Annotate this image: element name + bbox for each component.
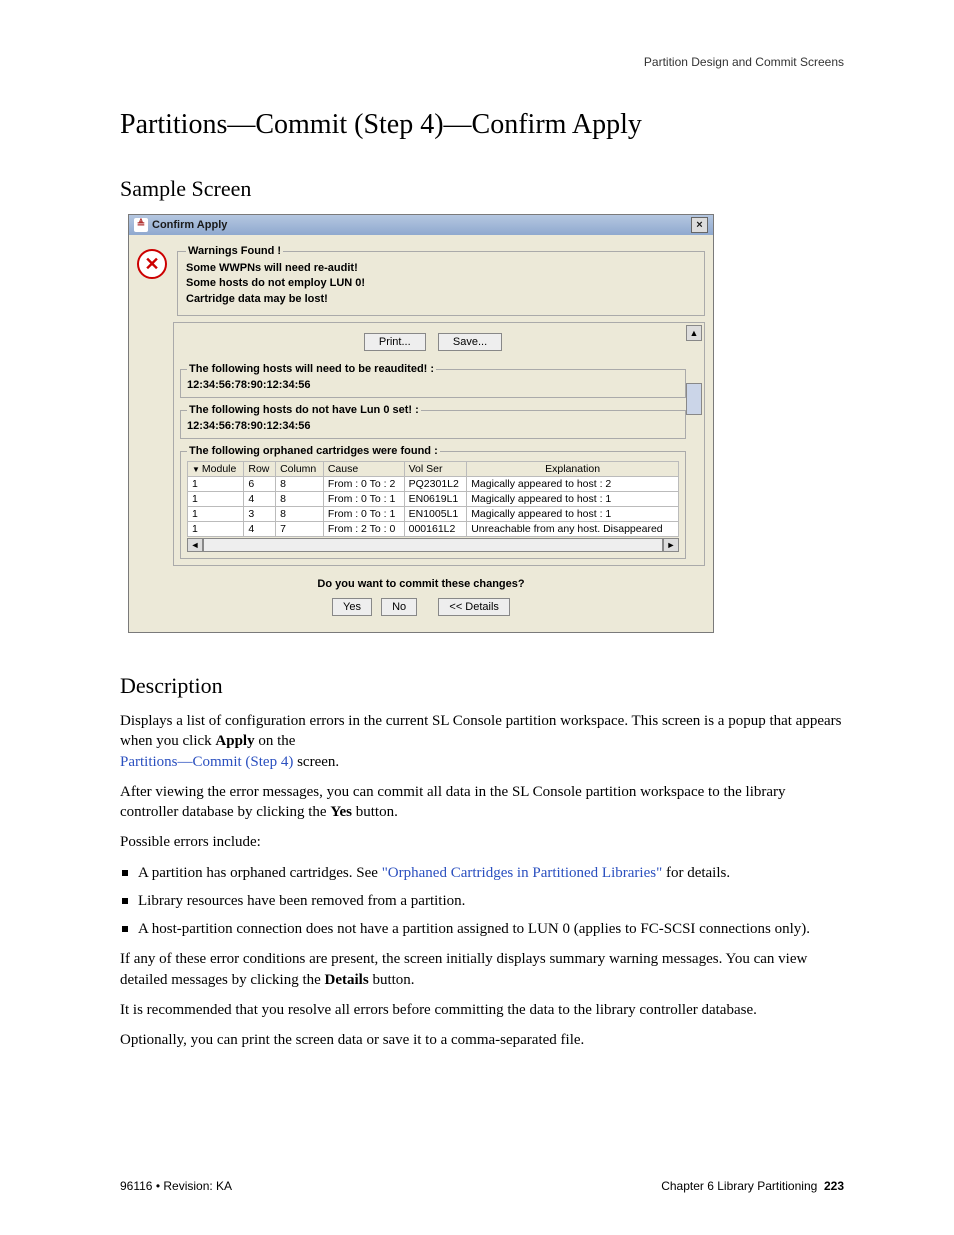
description-para-4: If any of these error conditions are pre… — [120, 949, 844, 990]
commit-question: Do you want to commit these changes? — [137, 566, 705, 598]
orphan-legend: The following orphaned cartridges were f… — [187, 445, 440, 457]
reaudit-fieldset: The following hosts will need to be reau… — [180, 363, 686, 398]
sort-desc-icon: ▼ — [192, 465, 200, 474]
footer-right: Chapter 6 Library Partitioning 223 — [661, 1179, 844, 1193]
warnings-legend: Warnings Found ! — [186, 245, 283, 257]
yes-button[interactable]: Yes — [332, 598, 372, 616]
page-header-section: Partition Design and Commit Screens — [120, 55, 844, 69]
orphan-table: ▼Module Row Column Cause Vol Ser Explana… — [187, 461, 679, 537]
scroll-up-icon[interactable]: ▲ — [686, 325, 702, 341]
scroll-thumb[interactable] — [686, 383, 702, 415]
warnings-fieldset: Warnings Found ! Some WWPNs will need re… — [177, 245, 705, 316]
orphan-fieldset: The following orphaned cartridges were f… — [180, 445, 686, 559]
no-button[interactable]: No — [381, 598, 417, 616]
table-header-row: ▼Module Row Column Cause Vol Ser Explana… — [188, 462, 679, 477]
description-heading: Description — [120, 673, 844, 699]
scroll-left-icon[interactable]: ◄ — [187, 538, 203, 552]
warning-line: Some WWPNs will need re-audit! — [186, 261, 696, 276]
reaudit-host: 12:34:56:78:90:12:34:56 — [187, 379, 679, 391]
scroll-track[interactable] — [203, 538, 663, 552]
description-para-6: Optionally, you can print the screen dat… — [120, 1030, 844, 1050]
lun0-host: 12:34:56:78:90:12:34:56 — [187, 420, 679, 432]
reaudit-legend: The following hosts will need to be reau… — [187, 363, 436, 375]
table-row: 1 6 8 From : 0 To : 2 PQ2301L2 Magically… — [188, 477, 679, 492]
page-footer: 96116 • Revision: KA Chapter 6 Library P… — [120, 1179, 844, 1193]
list-item: Library resources have been removed from… — [138, 891, 844, 911]
lun0-fieldset: The following hosts do not have Lun 0 se… — [180, 404, 686, 439]
error-list: A partition has orphaned cartridges. See… — [120, 863, 844, 940]
footer-left: 96116 • Revision: KA — [120, 1179, 232, 1193]
col-module[interactable]: ▼Module — [188, 462, 244, 477]
description-para-1: Displays a list of configuration errors … — [120, 711, 844, 772]
java-icon: ≜ — [134, 218, 148, 232]
table-row: 1 3 8 From : 0 To : 1 EN1005L1 Magically… — [188, 507, 679, 522]
list-item: A partition has orphaned cartridges. See… — [138, 863, 844, 883]
page-title: Partitions—Commit (Step 4)—Confirm Apply — [120, 109, 844, 141]
list-item: A host-partition connection does not hav… — [138, 919, 844, 939]
scroll-right-icon[interactable]: ► — [663, 538, 679, 552]
details-button[interactable]: << Details — [438, 598, 510, 616]
save-button[interactable]: Save... — [438, 333, 502, 351]
detail-pane: ▲ Print... Save... The following hosts w… — [173, 322, 705, 566]
print-button[interactable]: Print... — [364, 333, 426, 351]
col-cause[interactable]: Cause — [323, 462, 404, 477]
dialog-title-text: Confirm Apply — [152, 219, 227, 231]
description-para-5: It is recommended that you resolve all e… — [120, 1000, 844, 1020]
close-icon[interactable]: × — [691, 217, 708, 233]
error-icon: ✕ — [137, 249, 167, 279]
warning-line: Some hosts do not employ LUN 0! — [186, 276, 696, 291]
col-volser[interactable]: Vol Ser — [404, 462, 467, 477]
warning-line: Cartridge data may be lost! — [186, 292, 696, 307]
dialog-titlebar: ≜ Confirm Apply × — [129, 215, 713, 235]
confirm-apply-dialog: ≜ Confirm Apply × ✕ Warnings Found ! Som… — [128, 214, 714, 633]
col-explanation[interactable]: Explanation — [467, 462, 679, 477]
orphaned-cartridges-link[interactable]: "Orphaned Cartridges in Partitioned Libr… — [382, 865, 663, 881]
table-row: 1 4 7 From : 2 To : 0 000161L2 Unreachab… — [188, 522, 679, 537]
description-para-2: After viewing the error messages, you ca… — [120, 782, 844, 823]
partitions-commit-link[interactable]: Partitions—Commit (Step 4) — [120, 754, 293, 770]
lun0-legend: The following hosts do not have Lun 0 se… — [187, 404, 421, 416]
table-row: 1 4 8 From : 0 To : 1 EN0619L1 Magically… — [188, 492, 679, 507]
sample-screen-heading: Sample Screen — [120, 176, 844, 202]
possible-errors-intro: Possible errors include: — [120, 832, 844, 852]
col-row[interactable]: Row — [244, 462, 276, 477]
col-column[interactable]: Column — [276, 462, 324, 477]
horizontal-scrollbar[interactable]: ◄ ► — [187, 538, 679, 552]
